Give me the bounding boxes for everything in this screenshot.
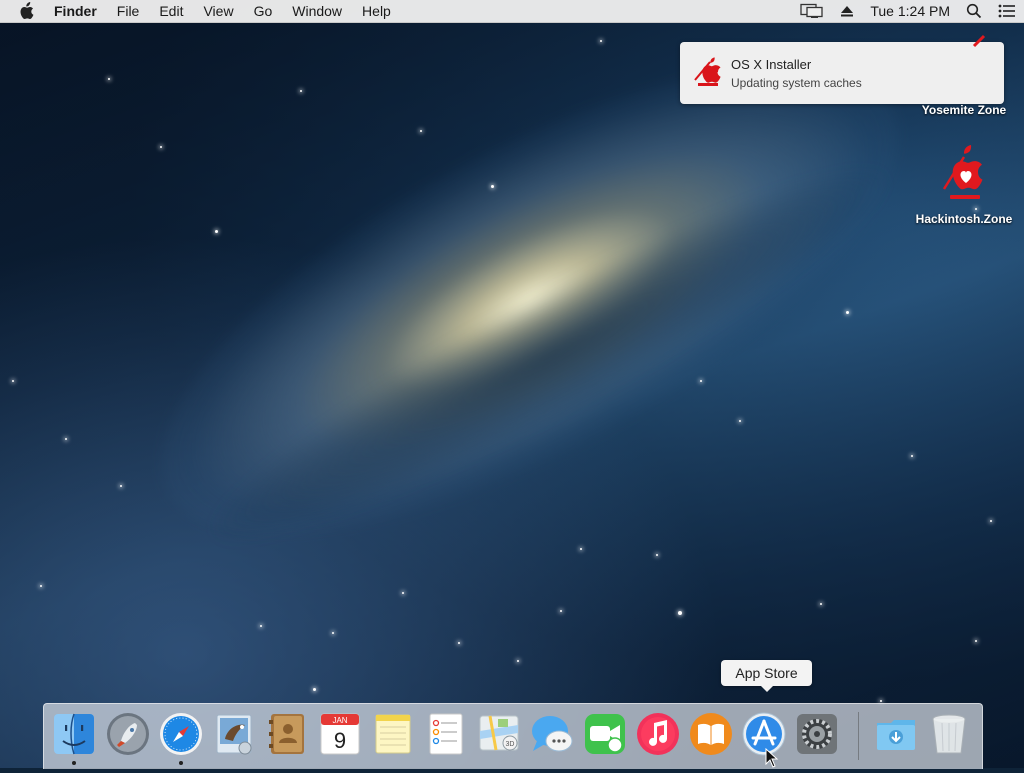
star xyxy=(880,700,882,702)
contacts-icon xyxy=(269,714,304,754)
star xyxy=(739,420,741,422)
menu-go[interactable]: Go xyxy=(244,0,283,22)
dock-item-finder[interactable] xyxy=(51,711,97,757)
star xyxy=(108,78,110,80)
star xyxy=(846,311,849,314)
dock-item-ibooks[interactable] xyxy=(688,711,734,757)
dock-item-itunes[interactable] xyxy=(635,711,681,757)
calendar-icon: JAN 9 xyxy=(320,713,360,755)
desktop-icon-yosemite-zone[interactable]: Yosemite Zone xyxy=(912,30,1016,118)
running-indicator xyxy=(72,761,76,765)
desktop-icon-label: Hackintosh.Zone xyxy=(915,212,1013,226)
star xyxy=(40,585,42,587)
menu-clock[interactable]: Tue 1:24 PM xyxy=(870,0,950,22)
dock-item-launchpad[interactable] xyxy=(105,711,151,757)
star xyxy=(332,632,334,634)
dock-tooltip: App Store xyxy=(721,660,812,692)
running-indicator xyxy=(179,761,183,765)
star xyxy=(975,640,977,642)
dock-item-calendar[interactable]: JAN 9 xyxy=(317,711,363,757)
calendar-month: JAN xyxy=(332,716,347,725)
app-store-icon xyxy=(742,712,786,756)
display-mirroring-icon[interactable] xyxy=(800,3,824,19)
dock-item-reminders[interactable] xyxy=(423,711,469,757)
facetime-icon xyxy=(585,714,625,754)
notification-center-icon[interactable] xyxy=(998,4,1016,18)
mouse-cursor-icon xyxy=(765,747,779,768)
downloads-folder-icon xyxy=(877,720,915,750)
star xyxy=(700,380,702,382)
star xyxy=(260,625,262,627)
desktop-icon-label: Yosemite Zone xyxy=(921,103,1007,117)
hackintosh-zone-logo-icon xyxy=(912,30,1016,102)
menu-file[interactable]: File xyxy=(107,0,150,22)
dock: JAN 9 3D xyxy=(43,703,983,769)
system-preferences-icon xyxy=(797,714,837,754)
star xyxy=(560,610,562,612)
menu-help[interactable]: Help xyxy=(352,0,401,22)
svg-text:3D: 3D xyxy=(506,741,515,748)
star xyxy=(580,548,582,550)
star xyxy=(120,485,122,487)
dock-item-downloads[interactable] xyxy=(873,711,919,757)
star xyxy=(160,146,162,148)
star xyxy=(491,185,494,188)
menu-view[interactable]: View xyxy=(193,0,243,22)
dock-item-notes[interactable] xyxy=(370,711,416,757)
star xyxy=(420,130,422,132)
star xyxy=(300,90,302,92)
star xyxy=(656,554,658,556)
notification-body: Updating system caches xyxy=(731,76,862,90)
star xyxy=(65,438,67,440)
spotlight-icon[interactable] xyxy=(966,3,982,19)
star xyxy=(820,603,822,605)
dock-item-app-store[interactable] xyxy=(741,711,787,757)
apple-menu-icon[interactable] xyxy=(18,0,38,22)
launchpad-icon xyxy=(107,713,149,755)
dock-item-trash[interactable] xyxy=(926,711,972,757)
finder-icon xyxy=(54,713,94,755)
star xyxy=(600,40,602,42)
dock-item-maps[interactable]: 3D xyxy=(476,711,522,757)
star xyxy=(911,455,913,457)
menu-edit[interactable]: Edit xyxy=(149,0,193,22)
mail-icon xyxy=(216,714,252,755)
reminders-icon xyxy=(429,713,463,755)
menu-bar: Finder File Edit View Go Window Help Tue… xyxy=(0,0,1024,23)
star xyxy=(12,380,14,382)
dock-item-safari[interactable] xyxy=(158,711,204,757)
notification-title: OS X Installer xyxy=(731,57,812,72)
desktop[interactable] xyxy=(0,0,1024,768)
calendar-day: 9 xyxy=(334,728,346,753)
star xyxy=(313,688,316,691)
star xyxy=(458,642,460,644)
dock-item-facetime[interactable] xyxy=(582,711,628,757)
menu-window[interactable]: Window xyxy=(282,0,352,22)
dock-item-system-preferences[interactable] xyxy=(794,711,840,757)
desktop-icon-hackintosh-zone[interactable]: Hackintosh.Zone xyxy=(912,145,1016,227)
notes-icon xyxy=(375,714,411,754)
dock-item-contacts[interactable] xyxy=(264,711,310,757)
dock-item-mail[interactable] xyxy=(211,711,257,757)
star xyxy=(678,611,682,615)
itunes-icon xyxy=(637,713,679,755)
star xyxy=(990,520,992,522)
dock-separator xyxy=(858,712,859,760)
hackintosh-zone-heart-logo-icon xyxy=(912,145,1016,211)
safari-icon xyxy=(160,713,202,755)
trash-icon xyxy=(932,714,966,754)
star xyxy=(215,230,218,233)
star xyxy=(402,592,404,594)
menu-app-finder[interactable]: Finder xyxy=(48,0,107,22)
eject-icon[interactable] xyxy=(840,4,854,18)
messages-icon xyxy=(532,716,573,752)
ibooks-icon xyxy=(690,713,732,755)
dock-item-messages[interactable] xyxy=(529,711,575,757)
maps-icon: 3D xyxy=(479,715,519,751)
hackintosh-zone-logo-icon xyxy=(692,56,724,88)
star xyxy=(517,660,519,662)
